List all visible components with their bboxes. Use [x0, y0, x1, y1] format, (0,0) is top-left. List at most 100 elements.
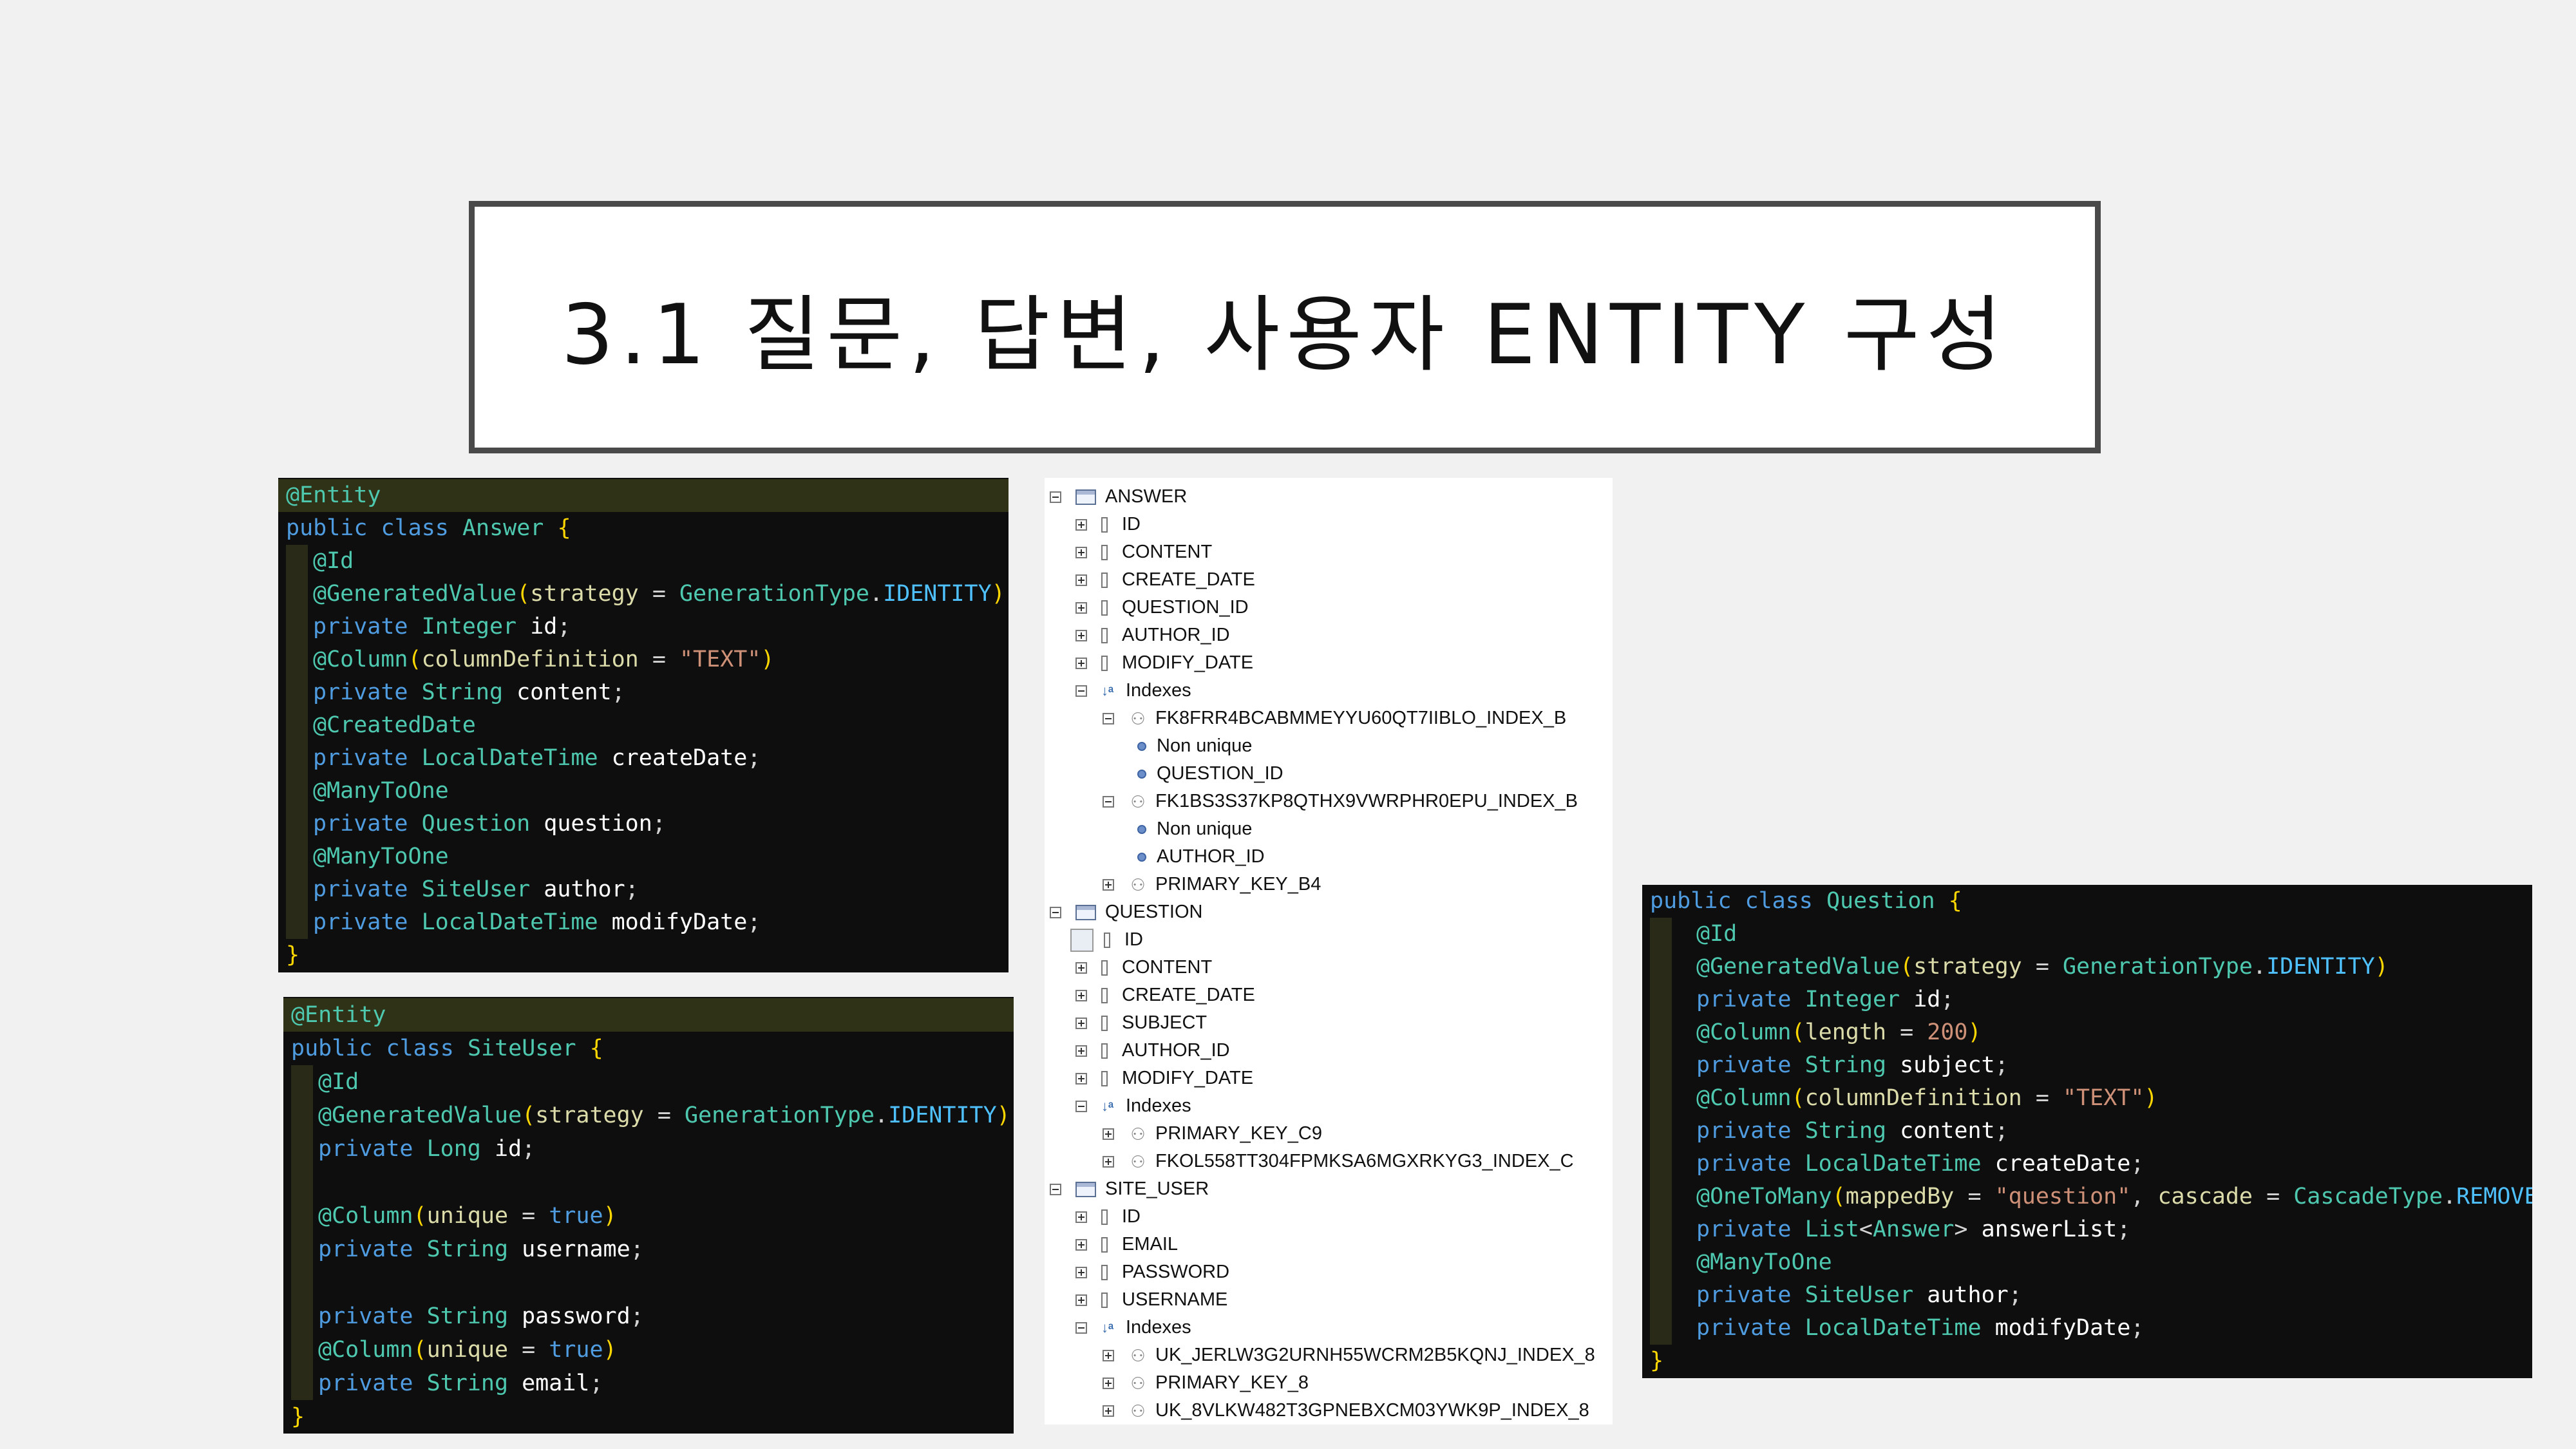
code-line: private LocalDateTime createDate;	[1642, 1148, 2532, 1180]
collapse-icon[interactable]	[1075, 1321, 1087, 1334]
bullet-icon	[1137, 824, 1146, 834]
code-line: private SiteUser author;	[1642, 1279, 2532, 1312]
tree-column[interactable]: EMAIL	[1075, 1231, 1178, 1258]
collapse-icon[interactable]	[1075, 1100, 1087, 1112]
tree-index[interactable]: ⚇ UK_8VLKW482T3GPNEBXCM03YWK9P_INDEX_8	[1103, 1397, 1589, 1425]
code-line: @Column(length = 200)	[1642, 1016, 2532, 1049]
code-line: public class Question {	[1650, 888, 1962, 914]
bullet-icon	[1137, 852, 1146, 862]
expand-icon[interactable]	[1075, 1294, 1087, 1306]
collapse-icon[interactable]	[1103, 795, 1114, 808]
code-line: @ManyToOne	[1642, 1246, 2532, 1279]
collapse-icon[interactable]	[1103, 712, 1114, 724]
tree-column[interactable]: MODIFY_DATE	[1075, 649, 1253, 677]
code-line: private String content;	[1642, 1115, 2532, 1148]
expand-icon[interactable]	[1075, 1045, 1087, 1057]
code-line: @Column(unique = true)	[283, 1199, 1014, 1233]
expand-icon[interactable]	[1103, 1377, 1114, 1389]
expand-icon[interactable]	[1075, 546, 1087, 558]
tree-index[interactable]: ⚇ UK_JERLW3G2URNH55WCRM2B5KQNJ_INDEX_8	[1103, 1341, 1595, 1369]
expand-icon[interactable]	[1103, 1349, 1114, 1361]
tree-column[interactable]: USERNAME	[1075, 1286, 1227, 1314]
tree-indexes[interactable]: ↓ᵃ Indexes	[1075, 1314, 1191, 1341]
index-icon: ⚇	[1130, 875, 1146, 895]
tree-index[interactable]: ⚇ PRIMARY_KEY_8	[1103, 1369, 1309, 1397]
code-line: private String password;	[283, 1300, 1014, 1333]
index-icon: ⚇	[1130, 1151, 1146, 1171]
code-line: @GeneratedValue(strategy = GenerationTyp…	[1642, 951, 2532, 983]
tree-column[interactable]: MODIFY_DATE	[1075, 1065, 1253, 1092]
tree-column[interactable]: CONTENT	[1075, 538, 1212, 566]
code-line	[283, 1266, 1014, 1300]
slide-title-box: 3.1 질문, 답변, 사용자 ENTITY 구성	[469, 201, 2101, 453]
code-line: @Id	[283, 1065, 1014, 1099]
column-icon	[1101, 655, 1108, 671]
tree-indexes[interactable]: ↓ᵃ Indexes	[1075, 677, 1191, 705]
code-line: @ManyToOne	[278, 775, 1009, 808]
tree-index[interactable]: ⚇ PRIMARY_KEY_C9	[1103, 1120, 1322, 1148]
tree-column[interactable]: AUTHOR_ID	[1075, 621, 1230, 649]
expand-icon[interactable]	[1103, 1405, 1114, 1417]
tree-column[interactable]: ID	[1070, 926, 1143, 954]
expand-icon[interactable]	[1075, 601, 1087, 614]
expand-icon[interactable]	[1075, 518, 1087, 531]
column-icon	[1101, 600, 1108, 616]
code-line: @Entity	[283, 998, 1014, 1032]
sort-az-icon: ↓ᵃ	[1101, 682, 1114, 699]
column-icon	[1101, 544, 1108, 560]
expand-icon[interactable]	[1075, 989, 1087, 1001]
code-line: private Long id;	[283, 1132, 1014, 1166]
column-icon	[1104, 932, 1110, 948]
code-line: @GeneratedValue(strategy = GenerationTyp…	[278, 578, 1009, 611]
tree-column[interactable]: CONTENT	[1075, 954, 1212, 981]
tree-index[interactable]: ⚇ PRIMARY_KEY_B4	[1103, 871, 1321, 898]
tree-indexes[interactable]: ↓ᵃ Indexes	[1075, 1092, 1191, 1120]
table-icon	[1075, 489, 1096, 505]
tree-column[interactable]: QUESTION_ID	[1075, 594, 1249, 621]
expand-icon[interactable]	[1075, 1072, 1087, 1084]
expand-icon[interactable]	[1103, 1155, 1114, 1168]
collapse-icon[interactable]	[1050, 1183, 1061, 1195]
expand-icon[interactable]	[1075, 629, 1087, 641]
tree-node-question[interactable]: QUESTION	[1050, 898, 1202, 926]
tree-index[interactable]: ⚇ FK1BS3S37KP8QTHX9VWRPHR0EPU_INDEX_B	[1103, 788, 1578, 815]
sort-az-icon: ↓ᵃ	[1101, 1319, 1114, 1336]
question-entity-code: public class Question { @Id @GeneratedVa…	[1642, 885, 2532, 1378]
tree-node-site-user[interactable]: SITE_USER	[1050, 1175, 1209, 1203]
expand-icon[interactable]	[1075, 1238, 1087, 1251]
tree-column[interactable]: CREATE_DATE	[1075, 566, 1255, 594]
tree-index-prop: QUESTION_ID	[1137, 760, 1283, 788]
index-icon: ⚇	[1130, 1345, 1146, 1365]
collapse-icon[interactable]	[1075, 685, 1087, 697]
tree-column[interactable]: PASSWORD	[1075, 1258, 1229, 1286]
tree-column[interactable]: AUTHOR_ID	[1075, 1037, 1230, 1065]
column-icon	[1101, 1015, 1108, 1031]
tree-column[interactable]: ID	[1075, 511, 1141, 538]
code-line: @Entity	[278, 479, 1009, 512]
expand-icon[interactable]	[1075, 1266, 1087, 1278]
tree-index[interactable]: ⚇ FKOL558TT304FPMKSA6MGXRKYG3_INDEX_C	[1103, 1148, 1574, 1175]
column-icon	[1101, 627, 1108, 643]
expand-icon[interactable]	[1075, 574, 1087, 586]
expand-icon[interactable]	[1103, 878, 1114, 891]
expand-icon[interactable]	[1075, 1211, 1087, 1223]
tree-index[interactable]: ⚇ FK8FRR4BCABMMEYYU60QT7IIBLO_INDEX_B	[1103, 705, 1566, 732]
tree-index-prop: AUTHOR_ID	[1137, 843, 1265, 871]
expand-icon[interactable]	[1075, 1017, 1087, 1029]
column-icon	[1101, 1209, 1108, 1225]
tree-column[interactable]: ID	[1075, 1203, 1141, 1231]
column-icon	[1101, 516, 1108, 533]
tree-column[interactable]: SUBJECT	[1075, 1009, 1207, 1037]
expand-icon[interactable]	[1103, 1128, 1114, 1140]
code-line: public class Answer {	[286, 515, 571, 541]
collapse-icon[interactable]	[1050, 491, 1061, 503]
collapse-icon[interactable]	[1050, 906, 1061, 918]
tree-node-answer[interactable]: ANSWER	[1050, 483, 1187, 511]
bullet-icon	[1137, 741, 1146, 751]
tree-index-prop: Non unique	[1137, 732, 1252, 760]
code-line: private String subject;	[1642, 1049, 2532, 1082]
code-line: private Integer id;	[1642, 983, 2532, 1016]
expand-icon[interactable]	[1075, 657, 1087, 669]
expand-icon[interactable]	[1075, 961, 1087, 974]
tree-column[interactable]: CREATE_DATE	[1075, 981, 1255, 1009]
